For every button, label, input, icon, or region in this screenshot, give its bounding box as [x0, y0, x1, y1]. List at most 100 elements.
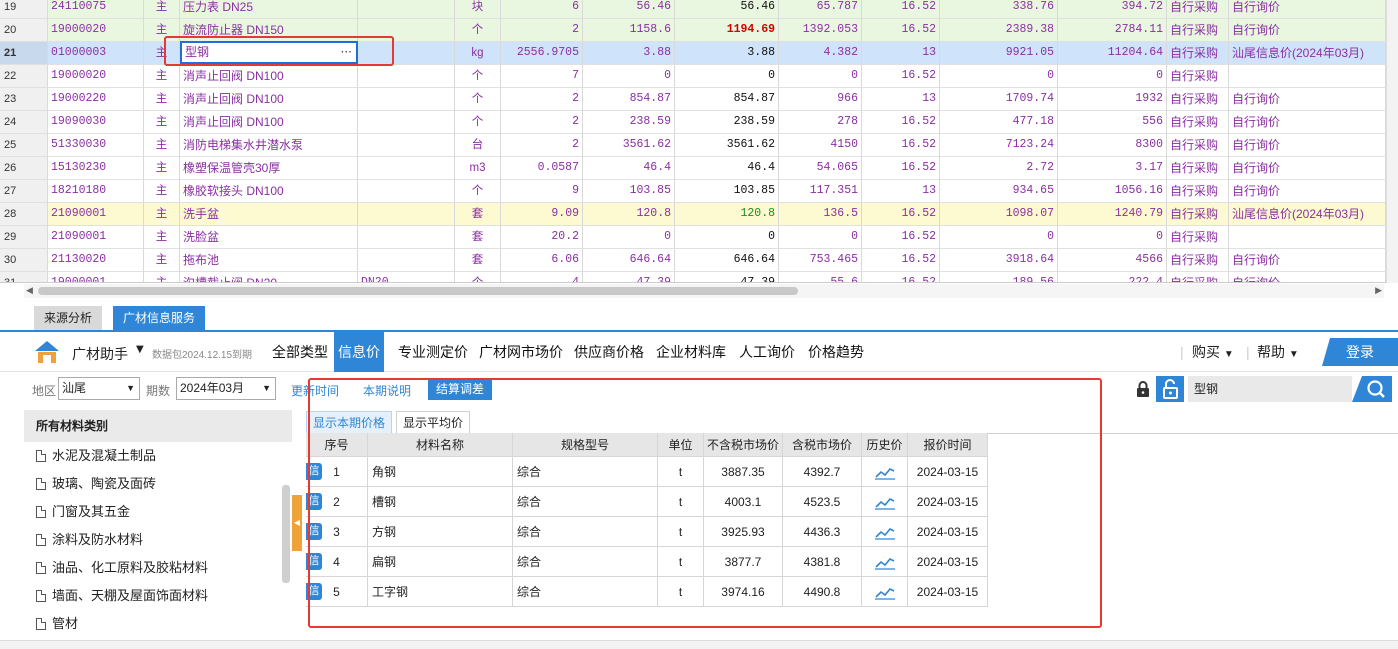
nav-price-trend[interactable]: 价格趋势: [804, 332, 868, 372]
tax-inclusive-price-cell[interactable]: 65.787: [779, 0, 862, 19]
trend-chart-icon[interactable]: [874, 496, 895, 510]
supply-source-cell[interactable]: 自行采购: [1167, 42, 1229, 65]
material-name-cell[interactable]: 消声止回阀 DN100: [180, 65, 358, 88]
budget-price-cell[interactable]: 103.85: [583, 180, 675, 203]
tax-rate-cell[interactable]: 16.52: [862, 111, 940, 134]
table-row[interactable]: 20 19000020 主旋流防止器 DN150 个 2 1158.6 1194.69 139…: [0, 19, 1386, 42]
tax-inclusive-amount-cell[interactable]: 0: [1058, 226, 1167, 249]
material-code-cell[interactable]: 19000020: [48, 19, 144, 42]
market-price-cell[interactable]: 103.85: [675, 180, 779, 203]
material-type-cell[interactable]: 主: [144, 226, 180, 249]
quantity-cell[interactable]: 2: [501, 111, 583, 134]
price-source-cell[interactable]: [1229, 226, 1386, 249]
tab-source-analysis[interactable]: 来源分析: [34, 306, 103, 330]
market-price-cell[interactable]: 120.8: [675, 203, 779, 226]
material-code-cell[interactable]: 19000220: [48, 88, 144, 111]
material-name-cell[interactable]: 洗手盆: [180, 203, 358, 226]
material-spec-cell[interactable]: [358, 134, 455, 157]
budget-price-cell[interactable]: 854.87: [583, 88, 675, 111]
material-type-cell[interactable]: 主: [144, 272, 180, 282]
category-item[interactable]: 墙面、天棚及屋面饰面材料: [24, 582, 292, 610]
tax-inclusive-price-cell[interactable]: 4.382: [779, 42, 862, 65]
supply-source-cell[interactable]: 自行采购: [1167, 272, 1229, 282]
material-spec-cell[interactable]: [358, 226, 455, 249]
unit-cell[interactable]: 块: [455, 0, 501, 19]
period-note-link[interactable]: 本期说明: [363, 382, 411, 399]
material-type-cell[interactable]: 主: [144, 88, 180, 111]
price-row[interactable]: 信 5 工字钢 综合 t 3974.16 4490.8 2024-03-15: [306, 577, 988, 607]
amount-cell[interactable]: 3918.64: [940, 249, 1058, 272]
material-code-cell[interactable]: 51330030: [48, 134, 144, 157]
help-menu[interactable]: 帮助 ▼: [1257, 332, 1299, 372]
table-row[interactable]: 29 21090001 主洗脸盆套 20.2 0 0 0 16.52 0 0 自行采购: [0, 226, 1386, 249]
material-name-cell[interactable]: 消声止回阀 DN100: [180, 88, 358, 111]
grid-horizontal-scrollbar[interactable]: ◀ ▶: [24, 284, 1384, 298]
amount-cell[interactable]: 0: [940, 65, 1058, 88]
material-name-cell[interactable]: 压力表 DN25: [180, 0, 358, 19]
tax-inclusive-price-cell[interactable]: 0: [779, 226, 862, 249]
table-row[interactable]: 26 15130230 主橡塑保温管壳30厚 m3 0.0587 46.4 46.4 54.0…: [0, 157, 1386, 180]
market-price-cell[interactable]: 3561.62: [675, 134, 779, 157]
table-row[interactable]: 28 21090001 主洗手盆套 9.09 120.8 120.8 136.5 16.52 1…: [0, 203, 1386, 226]
row-number-cell[interactable]: 22: [0, 65, 48, 88]
amount-cell[interactable]: 1709.74: [940, 88, 1058, 111]
budget-price-cell[interactable]: 0: [583, 65, 675, 88]
supply-source-cell[interactable]: 自行采购: [1167, 134, 1229, 157]
nav-enterprise-library[interactable]: 企业材料库: [652, 332, 730, 372]
market-price-cell[interactable]: 47.39: [675, 272, 779, 282]
budget-price-cell[interactable]: 46.4: [583, 157, 675, 180]
table-row[interactable]: 30 21130020 主拖布池套 6.06 646.64 646.64 753.465 16…: [0, 249, 1386, 272]
material-code-cell[interactable]: 21130020: [48, 249, 144, 272]
amount-cell[interactable]: 0: [940, 226, 1058, 249]
unit-cell[interactable]: 套: [455, 249, 501, 272]
material-name-cell[interactable]: 拖布池: [180, 249, 358, 272]
tax-inclusive-amount-cell[interactable]: 4566: [1058, 249, 1167, 272]
amount-cell[interactable]: 2.72: [940, 157, 1058, 180]
tax-rate-cell[interactable]: 13: [862, 180, 940, 203]
budget-price-cell[interactable]: 646.64: [583, 249, 675, 272]
settle-adjust-button[interactable]: 结算调差: [428, 378, 492, 400]
material-name-cell[interactable]: 橡胶软接头 DN100: [180, 180, 358, 203]
material-code-cell[interactable]: 19000001: [48, 272, 144, 282]
history-price-cell[interactable]: [862, 577, 908, 607]
trend-chart-icon[interactable]: [874, 556, 895, 570]
price-source-cell[interactable]: 自行询价: [1229, 111, 1386, 134]
more-options-icon[interactable]: ···: [341, 43, 352, 62]
material-spec-cell[interactable]: [358, 180, 455, 203]
market-price-cell[interactable]: 0: [675, 226, 779, 249]
quantity-cell[interactable]: 2: [501, 134, 583, 157]
tax-inclusive-amount-cell[interactable]: 394.72: [1058, 0, 1167, 19]
budget-price-cell[interactable]: 1158.6: [583, 19, 675, 42]
material-name-cell[interactable]: 橡塑保温管壳30厚: [180, 157, 358, 180]
material-code-cell[interactable]: 21090001: [48, 203, 144, 226]
material-type-cell[interactable]: 主: [144, 65, 180, 88]
search-input[interactable]: 型钢: [1188, 376, 1352, 402]
price-row[interactable]: 信 4 扁钢 综合 t 3877.7 4381.8 2024-03-15: [306, 547, 988, 577]
table-row[interactable]: 27 18210180 主橡胶软接头 DN100 个 9 103.85 103.85 117.…: [0, 180, 1386, 203]
price-source-cell[interactable]: 自行询价: [1229, 249, 1386, 272]
amount-cell[interactable]: 338.76: [940, 0, 1058, 19]
info-badge[interactable]: 信: [306, 553, 322, 570]
period-select[interactable]: 2024年03月 ▼: [176, 377, 276, 400]
unit-cell[interactable]: 个: [455, 19, 501, 42]
price-row[interactable]: 信 2 槽钢 综合 t 4003.1 4523.5 2024-03-15: [306, 487, 988, 517]
tax-rate-cell[interactable]: 16.52: [862, 226, 940, 249]
amount-cell[interactable]: 7123.24: [940, 134, 1058, 157]
market-price-cell[interactable]: 56.46: [675, 0, 779, 19]
category-item[interactable]: 油品、化工原料及胶粘材料: [24, 554, 292, 582]
tax-inclusive-price-cell[interactable]: 136.5: [779, 203, 862, 226]
price-source-cell[interactable]: 自行询价: [1229, 0, 1386, 19]
row-number-cell[interactable]: 20: [0, 19, 48, 42]
nav-professional-price[interactable]: 专业测定价: [394, 332, 472, 372]
update-time-link[interactable]: 更新时间: [291, 382, 339, 399]
material-spec-cell[interactable]: [358, 157, 455, 180]
supply-source-cell[interactable]: 自行采购: [1167, 157, 1229, 180]
tax-rate-cell[interactable]: 16.52: [862, 249, 940, 272]
budget-price-cell[interactable]: 47.39: [583, 272, 675, 282]
material-code-cell[interactable]: 19090030: [48, 111, 144, 134]
unit-cell[interactable]: 个: [455, 180, 501, 203]
tax-inclusive-amount-cell[interactable]: 3.17: [1058, 157, 1167, 180]
tax-inclusive-price-cell[interactable]: 117.351: [779, 180, 862, 203]
grid-vertical-scrollbar[interactable]: [1386, 0, 1398, 283]
price-source-cell[interactable]: [1229, 65, 1386, 88]
